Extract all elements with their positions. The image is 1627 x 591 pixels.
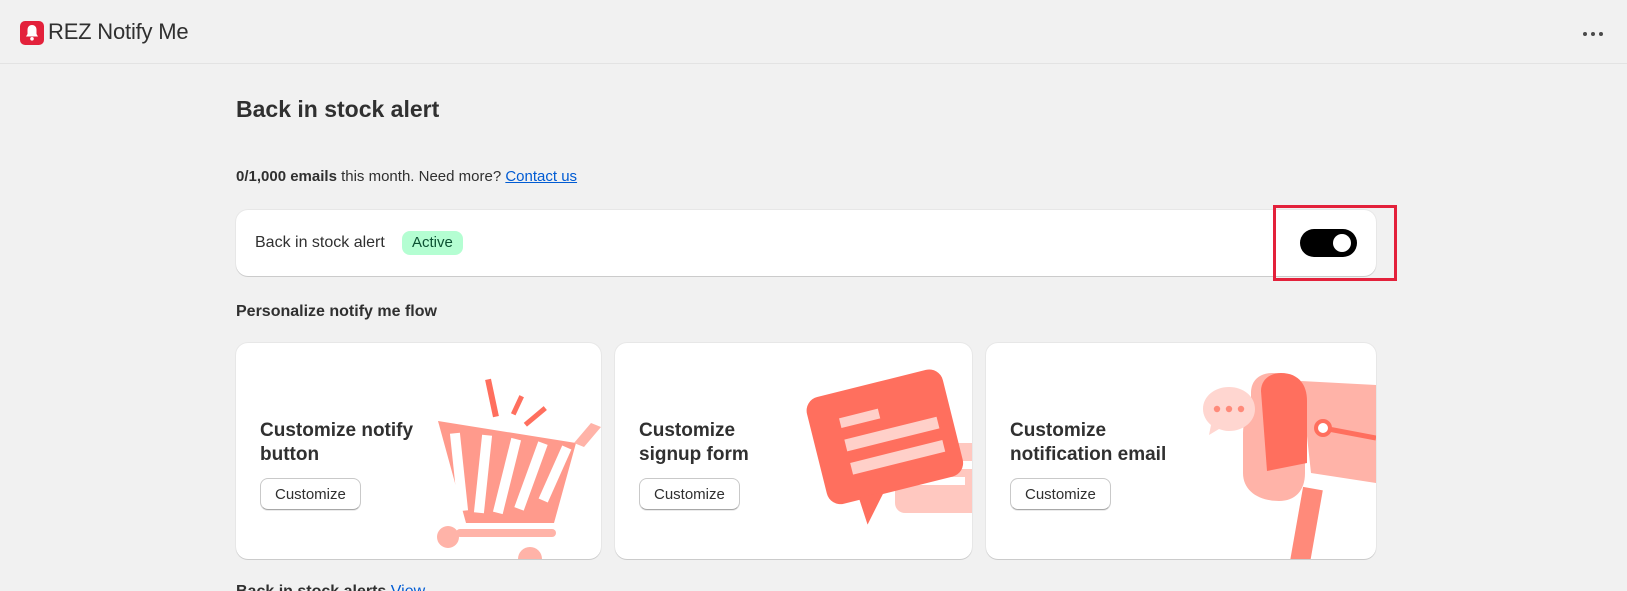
alert-toggle[interactable] (1300, 229, 1357, 257)
card-title: Customize notification email (1010, 420, 1167, 465)
page-title: Back in stock alert (236, 96, 440, 122)
customize-notify-button[interactable]: Customize (260, 478, 361, 510)
back-in-stock-alerts-heading: Back in stock alerts View (236, 583, 425, 591)
customize-notification-email-card: Customize notification email Customize (986, 343, 1376, 559)
card-title: Customize signup form (639, 420, 749, 465)
toggle-knob (1333, 234, 1351, 252)
customize-signup-form-card: Customize signup form Customize (615, 343, 972, 559)
email-usage-count: 0/1,000 emails (236, 168, 337, 185)
back-in-stock-alerts-title: Back in stock alerts (236, 583, 386, 591)
card-title: Customize notify button (260, 420, 414, 465)
status-badge: Active (402, 231, 463, 255)
alert-status-card: Back in stock alert Active (236, 210, 1376, 276)
alert-status-label: Back in stock alert (255, 234, 385, 251)
view-alerts-link[interactable]: View (391, 583, 425, 591)
bell-icon (20, 21, 44, 45)
contact-us-link[interactable]: Contact us (505, 168, 577, 185)
customize-signup-form-button[interactable]: Customize (639, 478, 740, 510)
customize-notification-email-button[interactable]: Customize (1010, 478, 1111, 510)
app-header: REZ Notify Me (0, 0, 1627, 64)
section-title: Personalize notify me flow (236, 303, 437, 320)
app-title: REZ Notify Me (48, 19, 189, 44)
chat-bubble-icon (806, 369, 972, 525)
mailbox-icon (1203, 373, 1376, 559)
email-usage: 0/1,000 emails this month. Need more? Co… (236, 168, 577, 185)
customize-notify-button-card: Customize notify button Customize (236, 343, 601, 559)
more-actions-icon[interactable] (1580, 22, 1610, 44)
shopping-cart-icon (437, 378, 601, 559)
email-usage-text: this month. Need more? (336, 168, 506, 185)
